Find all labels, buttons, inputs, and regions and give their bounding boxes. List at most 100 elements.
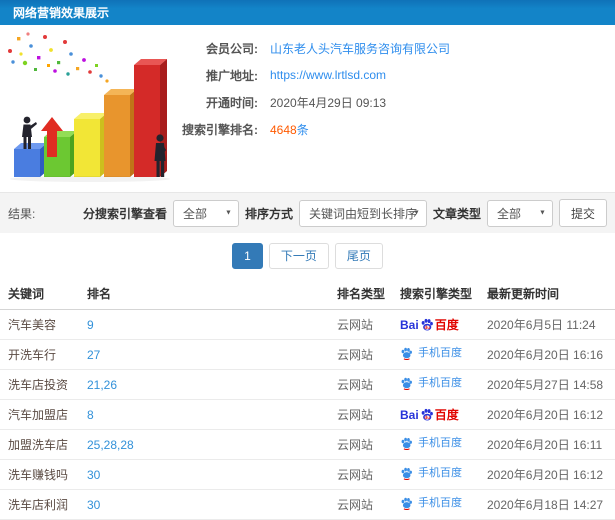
engine-filter-select[interactable]: 全部 ▼ bbox=[172, 199, 239, 227]
company-info-section: 会员公司: 山东老人头汽车服务咨询有限公司 推广地址: https://www.… bbox=[0, 25, 615, 192]
rank-link[interactable]: 25,28,28 bbox=[87, 438, 134, 452]
engine-cell: Baidu百度手机百度 bbox=[400, 369, 487, 400]
next-page-button[interactable]: 下一页 bbox=[268, 242, 329, 269]
rank-cell: 30 bbox=[87, 459, 337, 490]
engine-cell: Baidu百度手机百度 bbox=[400, 429, 487, 460]
table-row: 汽车美容9 云网站Baidu百度手机百度2020年6月5日 11:24 bbox=[0, 309, 615, 340]
col-header-rank-type: 排名类型 bbox=[337, 278, 400, 310]
svg-text:du: du bbox=[424, 325, 430, 330]
rank-cell: 30 bbox=[87, 489, 337, 520]
engine-cell: Baidu百度手机百度 bbox=[400, 459, 487, 490]
baidu-logo: Bai du 百度 bbox=[400, 317, 459, 332]
mobile-baidu-paw-icon bbox=[401, 437, 412, 450]
chevron-down-icon: ▼ bbox=[413, 209, 420, 217]
rank-cell: 27 bbox=[87, 339, 337, 370]
rank-link[interactable]: 27 bbox=[87, 348, 100, 362]
rank-type-cell: 云网站 bbox=[337, 369, 400, 400]
rank-link[interactable]: 8 bbox=[87, 408, 94, 422]
keyword-ranking-table: 关键词 排名 排名类型 搜索引擎类型 最新更新时间 汽车美容 9 云网站 Bai du 百… bbox=[0, 278, 615, 520]
chevron-down-icon: ▼ bbox=[225, 209, 232, 217]
rank-link[interactable]: 9 bbox=[87, 318, 94, 332]
submit-button[interactable]: 提交 bbox=[558, 199, 607, 227]
updated-time-cell: 2020年5月27日 14:58 bbox=[487, 369, 615, 400]
table-row: 加盟洗车店25,28,28 云网站Baidu百度手机百度2020年6月20日 16… bbox=[0, 429, 615, 460]
promo-url-row: 推广地址: https://www.lrtlsd.com bbox=[178, 62, 450, 88]
table-header-row: 关键词 排名 排名类型 搜索引擎类型 最新更新时间 bbox=[0, 278, 615, 310]
last-page-button[interactable]: 尾页 bbox=[334, 242, 383, 269]
rank-link[interactable]: 21,26 bbox=[87, 378, 117, 392]
page-button-1[interactable]: 1 bbox=[232, 242, 263, 269]
rank-type-cell: 云网站 bbox=[337, 339, 400, 370]
mobile-baidu-paw-icon bbox=[401, 467, 412, 480]
table-row: 开洗车行27 云网站Baidu百度手机百度2020年6月20日 16:16 bbox=[0, 339, 615, 370]
col-header-updated: 最新更新时间 bbox=[487, 278, 615, 310]
open-time-value: 2020年4月29日 09:13 bbox=[270, 95, 387, 110]
article-type-select[interactable]: 全部 ▼ bbox=[486, 199, 553, 227]
rank-cell: 25,28,28 bbox=[87, 429, 337, 460]
col-header-engine-type: 搜索引擎类型 bbox=[400, 278, 487, 310]
article-type-label: 文章类型 bbox=[432, 206, 481, 221]
engine-rank-unit: 条 bbox=[296, 122, 309, 137]
table-row: 洗车店利润30 云网站Baidu百度手机百度2020年6月18日 14:27 bbox=[0, 489, 615, 520]
rank-cell: 8 bbox=[87, 399, 337, 430]
keyword-cell: 洗车赚钱吗 bbox=[0, 459, 87, 490]
engine-cell: Baidu百度手机百度 bbox=[400, 309, 487, 340]
rank-type-cell: 云网站 bbox=[337, 309, 400, 340]
rank-type-cell: 云网站 bbox=[337, 489, 400, 520]
keyword-cell: 汽车美容 bbox=[0, 309, 87, 340]
engine-filter-value: 全部 bbox=[182, 206, 207, 221]
engine-rank-row: 搜索引擎排名: 4648条 bbox=[178, 116, 450, 142]
keyword-cell: 洗车店利润 bbox=[0, 489, 87, 520]
engine-cell: Baidu百度手机百度 bbox=[400, 399, 487, 430]
promo-url-link[interactable]: https://www.lrtlsd.com bbox=[270, 68, 386, 82]
table-row: 洗车店投资21,26 云网站Baidu百度手机百度2020年5月27日 14:58 bbox=[0, 369, 615, 400]
mobile-baidu-logo: 手机百度 bbox=[400, 497, 462, 510]
engine-cell: Baidu百度手机百度 bbox=[400, 339, 487, 370]
table-row: 汽车加盟店8 云网站Baidu百度手机百度2020年6月20日 16:12 bbox=[0, 399, 615, 430]
page-title: 网络营销效果展示 bbox=[13, 6, 110, 20]
open-time-row: 开通时间: 2020年4月29日 09:13 bbox=[178, 89, 450, 115]
keyword-cell: 洗车店投资 bbox=[0, 369, 87, 400]
mobile-baidu-paw-icon bbox=[401, 377, 412, 390]
baidu-paw-icon: du bbox=[421, 408, 433, 420]
updated-time-cell: 2020年6月20日 16:12 bbox=[487, 459, 615, 490]
engine-rank-label: 搜索引擎排名: bbox=[182, 122, 258, 137]
chevron-down-icon: ▼ bbox=[539, 209, 546, 217]
rank-link[interactable]: 30 bbox=[87, 498, 100, 512]
rank-link[interactable]: 30 bbox=[87, 468, 100, 482]
engine-cell: Baidu百度手机百度 bbox=[400, 489, 487, 520]
baidu-logo: Bai du 百度 bbox=[400, 407, 459, 422]
col-header-keyword: 关键词 bbox=[0, 278, 87, 310]
table-row: 洗车赚钱吗30 云网站Baidu百度手机百度2020年6月20日 16:12 bbox=[0, 459, 615, 490]
keyword-cell: 汽车加盟店 bbox=[0, 399, 87, 430]
filter-bar: 结果: 分搜索引擎查看 全部 ▼ 排序方式 关键词由短到长排序 ▼ 文章类型 全… bbox=[0, 192, 615, 233]
col-header-rank: 排名 bbox=[87, 278, 337, 310]
sort-mode-label: 排序方式 bbox=[244, 206, 293, 221]
rank-type-cell: 云网站 bbox=[337, 429, 400, 460]
app-header: 网络营销效果展示 bbox=[0, 0, 615, 25]
mobile-baidu-logo: 手机百度 bbox=[400, 437, 462, 450]
member-company-row: 会员公司: 山东老人头汽车服务咨询有限公司 bbox=[178, 35, 450, 61]
rank-type-cell: 云网站 bbox=[337, 459, 400, 490]
ground-shadow bbox=[10, 176, 170, 182]
rank-type-cell: 云网站 bbox=[337, 399, 400, 430]
mobile-baidu-logo: 手机百度 bbox=[400, 347, 462, 360]
result-label: 结果: bbox=[8, 206, 36, 221]
rank-cell: 9 bbox=[87, 309, 337, 340]
updated-time-cell: 2020年6月20日 16:11 bbox=[487, 429, 615, 460]
bar-chart-illustration bbox=[8, 32, 170, 182]
promo-url-label: 推广地址: bbox=[206, 68, 258, 83]
keyword-cell: 开洗车行 bbox=[0, 339, 87, 370]
keyword-cell: 加盟洗车店 bbox=[0, 429, 87, 460]
bars bbox=[14, 59, 167, 177]
updated-time-cell: 2020年6月18日 14:27 bbox=[487, 489, 615, 520]
member-company-link[interactable]: 山东老人头汽车服务咨询有限公司 bbox=[270, 42, 450, 56]
sort-mode-select[interactable]: 关键词由短到长排序 ▼ bbox=[298, 199, 427, 227]
confetti-dots bbox=[8, 32, 109, 83]
svg-text:du: du bbox=[424, 415, 430, 420]
rank-cell: 21,26 bbox=[87, 369, 337, 400]
engine-filter-label: 分搜索引擎查看 bbox=[82, 206, 167, 221]
mobile-baidu-logo: 手机百度 bbox=[400, 467, 462, 480]
updated-time-cell: 2020年6月20日 16:16 bbox=[487, 339, 615, 370]
company-info-list: 会员公司: 山东老人头汽车服务咨询有限公司 推广地址: https://www.… bbox=[178, 25, 450, 192]
